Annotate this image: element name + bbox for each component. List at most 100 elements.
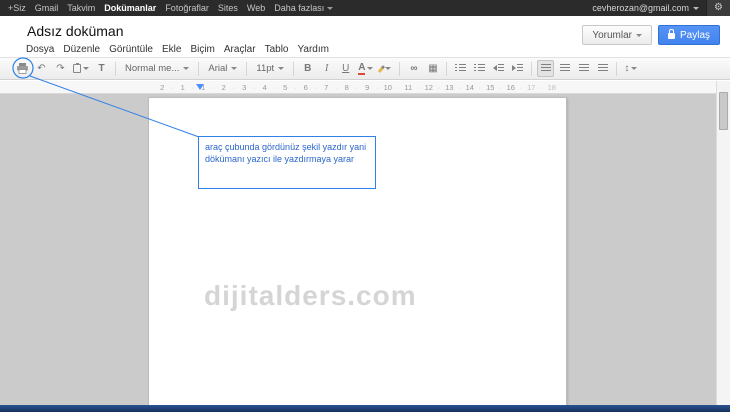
topbar-account-area: cevherozan@gmail.com ⚙ — [592, 0, 730, 16]
topbar-link[interactable]: Dokümanlar — [104, 3, 156, 13]
undo-icon: ↶ — [37, 64, 45, 74]
menu-item[interactable]: Araçlar — [224, 44, 256, 55]
ruler-number: 12 — [419, 83, 440, 92]
ruler-number: 9 — [357, 83, 378, 92]
indent-button[interactable] — [509, 60, 526, 77]
align-center-icon — [560, 64, 570, 73]
underline-icon: U — [342, 64, 349, 74]
clipboard-icon — [73, 64, 81, 73]
outdent-button[interactable] — [490, 60, 507, 77]
link-icon: ∞ — [410, 64, 417, 74]
toolbar-separator — [399, 62, 400, 76]
topbar-nav: +Siz Gmail Takvim Dokümanlar Fotoğraflar Site… — [0, 3, 333, 13]
italic-button[interactable]: I — [318, 60, 335, 77]
topbar-link[interactable]: +Siz — [8, 3, 26, 13]
annotation-note: araç çubunda gördünüz şekil yazdır yani … — [198, 136, 376, 189]
bullet-list-icon — [474, 64, 485, 73]
ruler-number: 17 — [521, 83, 542, 92]
topbar-link[interactable]: Fotoğraflar — [165, 3, 209, 13]
highlight-button[interactable] — [377, 60, 394, 77]
topbar-link[interactable]: Takvim — [67, 3, 95, 13]
gear-icon: ⚙ — [714, 2, 723, 13]
toolbar-separator — [293, 62, 294, 76]
outdent-icon — [493, 64, 504, 73]
paint-format-icon: T — [98, 64, 104, 74]
menu-item[interactable]: Düzenle — [63, 44, 100, 55]
redo-button[interactable]: ↷ — [52, 60, 69, 77]
ruler-number: 14 — [460, 83, 481, 92]
line-spacing-button[interactable]: ↕ — [622, 60, 639, 77]
indent-icon — [512, 64, 523, 73]
text-color-button[interactable]: A — [356, 60, 375, 77]
document-title[interactable]: Adsız doküman — [27, 23, 124, 39]
ruler[interactable]: 21123456789101112131415161718 — [0, 81, 716, 94]
justify-button[interactable] — [594, 60, 611, 77]
lock-icon — [668, 33, 675, 39]
comments-button[interactable]: Yorumlar — [582, 25, 652, 45]
bold-button[interactable]: B — [299, 60, 316, 77]
ruler-number: 15 — [480, 83, 501, 92]
ruler-number: 10 — [378, 83, 399, 92]
toolbar: ↶ ↷ T Normal me... Arial 11pt B — [0, 57, 730, 80]
ruler-number: 2 — [214, 83, 235, 92]
chevron-down-icon — [636, 34, 642, 37]
align-left-icon — [541, 64, 551, 73]
menu-item[interactable]: Dosya — [26, 44, 54, 55]
scrollbar-thumb[interactable] — [719, 92, 728, 130]
ruler-number: 3 — [234, 83, 255, 92]
share-button[interactable]: Paylaş — [658, 25, 720, 45]
menu-item[interactable]: Biçim — [190, 44, 214, 55]
comments-label: Yorumlar — [592, 30, 632, 41]
topbar-link[interactable]: Web — [247, 3, 265, 13]
taskbar-strip — [0, 405, 730, 412]
paint-format-button[interactable]: T — [93, 60, 110, 77]
account-menu[interactable]: cevherozan@gmail.com — [592, 3, 699, 13]
ruler-number: 5 — [275, 83, 296, 92]
menu-item[interactable]: Görüntüle — [109, 44, 153, 55]
font-size-dropdown[interactable]: 11pt — [252, 60, 288, 77]
ruler-number: 7 — [316, 83, 337, 92]
undo-button[interactable]: ↶ — [33, 60, 50, 77]
underline-button[interactable]: U — [337, 60, 354, 77]
toolbar-separator — [616, 62, 617, 76]
indent-marker[interactable] — [196, 84, 204, 90]
chevron-down-icon — [83, 67, 89, 70]
topbar-link[interactable]: Sites — [218, 3, 238, 13]
font-dropdown[interactable]: Arial — [204, 60, 241, 77]
text-color-icon: A — [358, 63, 365, 75]
align-right-button[interactable] — [575, 60, 592, 77]
font-size-value: 11pt — [256, 63, 274, 74]
google-docs-app: +Siz Gmail Takvim Dokümanlar Fotoğraflar Site… — [0, 0, 730, 412]
menu-item[interactable]: Tablo — [265, 44, 289, 55]
ruler-number: 13 — [439, 83, 460, 92]
ruler-number: 2 — [152, 83, 173, 92]
image-icon: ▦ — [428, 64, 437, 74]
print-button[interactable] — [14, 60, 31, 77]
web-clipboard-button[interactable] — [71, 60, 91, 77]
ruler-number: 8 — [337, 83, 358, 92]
toolbar-separator — [246, 62, 247, 76]
menu-item[interactable]: Ekle — [162, 44, 181, 55]
bullet-list-button[interactable] — [471, 60, 488, 77]
settings-button[interactable]: ⚙ — [706, 0, 730, 16]
menu-item[interactable]: Yardım — [297, 44, 329, 55]
print-icon — [16, 62, 29, 75]
line-spacing-icon: ↕ — [624, 64, 629, 74]
image-button[interactable]: ▦ — [424, 60, 441, 77]
style-dropdown[interactable]: Normal me... — [121, 60, 193, 77]
link-button[interactable]: ∞ — [405, 60, 422, 77]
numbered-list-button[interactable] — [452, 60, 469, 77]
align-center-button[interactable] — [556, 60, 573, 77]
align-left-button[interactable] — [537, 60, 554, 77]
chevron-down-icon — [183, 67, 189, 70]
ruler-number: 6 — [296, 83, 317, 92]
vertical-scrollbar[interactable] — [716, 81, 730, 405]
ruler-numbers: 21123456789101112131415161718 — [152, 81, 562, 93]
topbar-link[interactable]: Daha fazlası — [274, 3, 333, 13]
chevron-down-icon — [278, 67, 284, 70]
header-actions: Yorumlar Paylaş — [582, 25, 720, 45]
ruler-number: 1 — [173, 83, 194, 92]
chevron-down-icon — [231, 67, 237, 70]
topbar-link[interactable]: Gmail — [35, 3, 59, 13]
redo-icon: ↷ — [56, 64, 64, 74]
